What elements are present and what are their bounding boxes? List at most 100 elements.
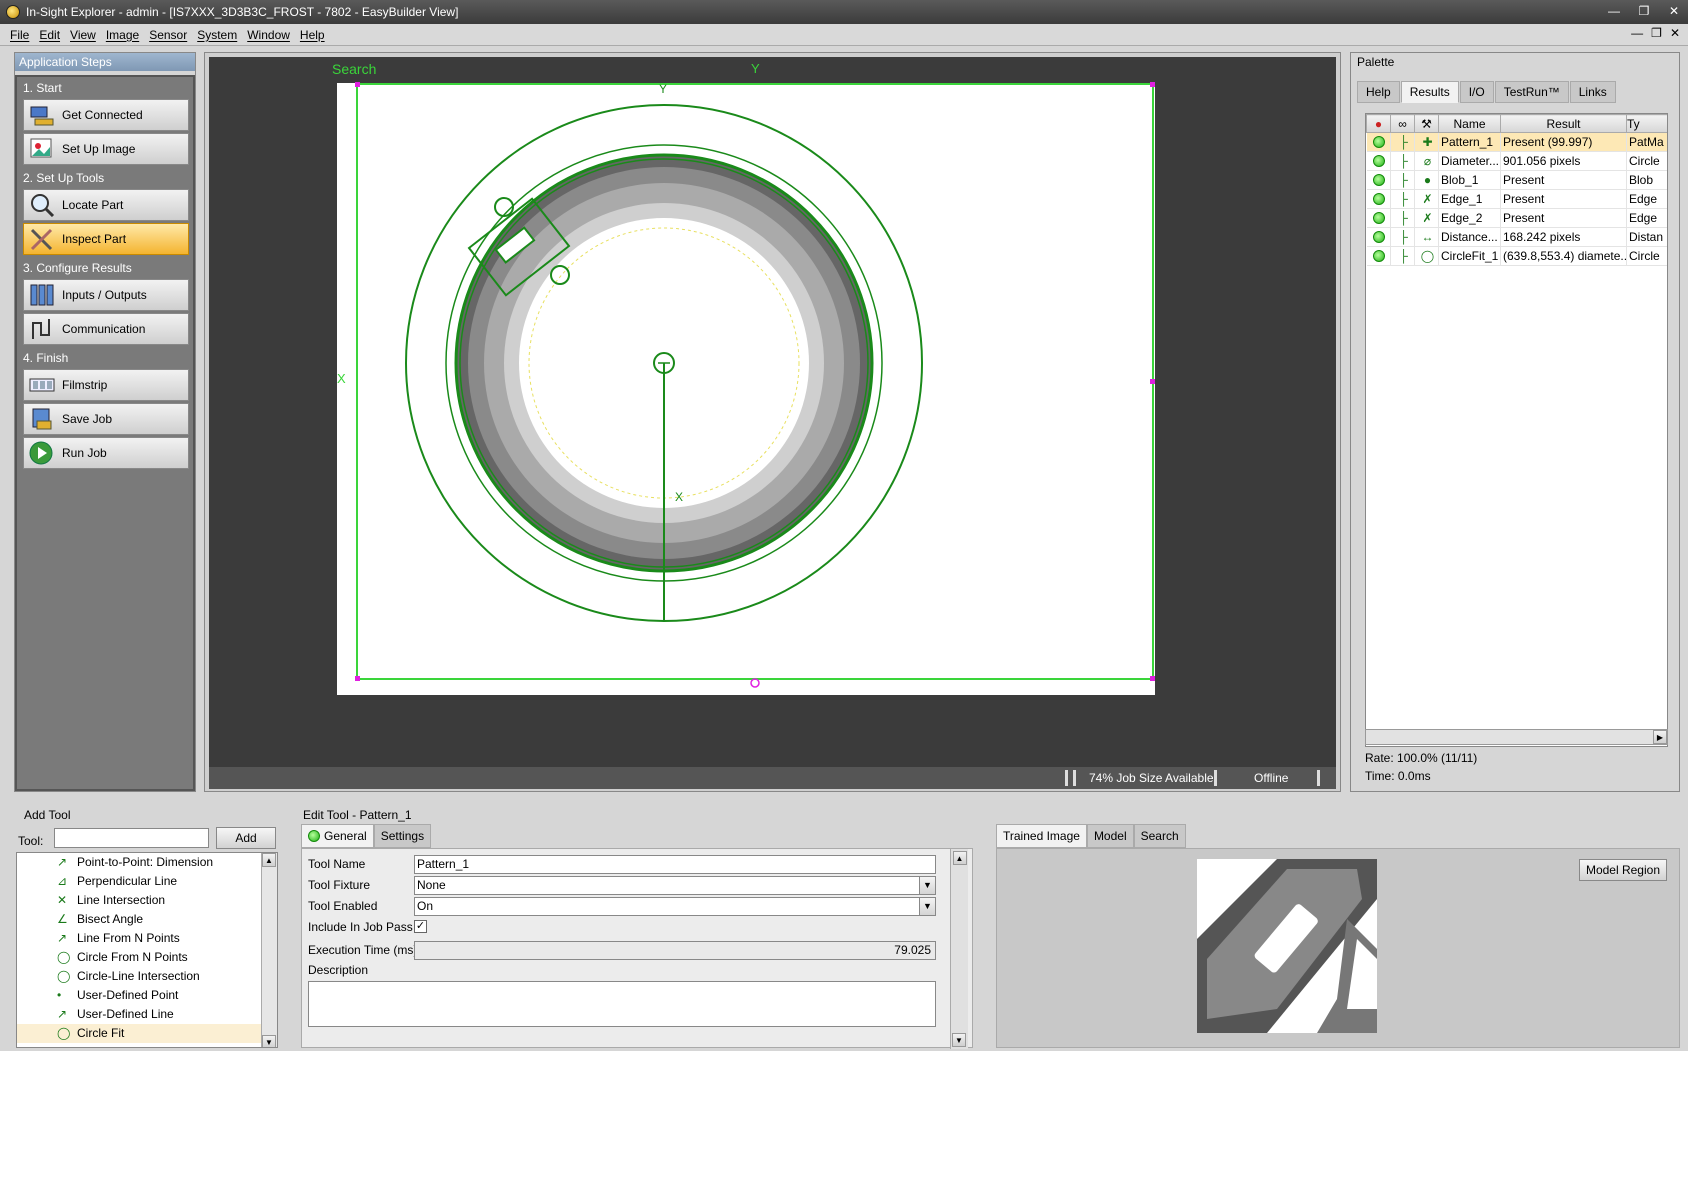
- mdi-minimize-button[interactable]: —: [1631, 26, 1643, 40]
- menu-window[interactable]: Window: [247, 28, 290, 42]
- result-row[interactable]: ├ ✗ Edge_1 Present Edge: [1366, 189, 1667, 209]
- tab-trained-image[interactable]: Trained Image: [996, 824, 1087, 848]
- name-column-header[interactable]: Name: [1438, 114, 1501, 133]
- tool-fixture-select[interactable]: None ▼: [414, 876, 936, 895]
- communication-button[interactable]: Communication: [23, 313, 189, 345]
- link-column-header[interactable]: ∞: [1390, 114, 1415, 133]
- scroll-up-icon[interactable]: ▲: [952, 851, 967, 865]
- result-row[interactable]: ├ ● Blob_1 Present Blob: [1366, 170, 1667, 190]
- menu-view[interactable]: View: [70, 28, 96, 42]
- tab-help[interactable]: Help: [1357, 81, 1400, 103]
- edit-form-scrollbar[interactable]: ▲ ▼: [950, 849, 968, 1049]
- menu-sensor[interactable]: Sensor: [149, 28, 187, 42]
- tool-column-header[interactable]: ⚒: [1414, 114, 1439, 133]
- menu-edit[interactable]: Edit: [39, 28, 60, 42]
- execution-time-field: 79.025: [414, 941, 936, 960]
- chevron-down-icon[interactable]: ▼: [919, 877, 935, 894]
- execution-time-label: Execution Time (ms): [308, 943, 418, 957]
- result-name: Pattern_1: [1438, 132, 1501, 152]
- tool-list-item[interactable]: ∠ Bisect Angle: [17, 910, 277, 929]
- result-type: Edge: [1626, 208, 1667, 228]
- description-textarea[interactable]: [308, 981, 936, 1027]
- get-connected-button[interactable]: Get Connected: [23, 99, 189, 131]
- tool-list-item[interactable]: ◯ Circle Fit: [17, 1024, 277, 1043]
- scroll-down-icon[interactable]: ▼: [262, 1035, 276, 1047]
- tool-name-field[interactable]: Pattern_1: [414, 855, 936, 874]
- mdi-restore-button[interactable]: ❐: [1651, 26, 1662, 40]
- inspect-part-label: Inspect Part: [62, 232, 127, 246]
- result-value: Present: [1500, 189, 1627, 209]
- tool-list-item-label: Line From N Points: [77, 931, 180, 945]
- set-up-image-button[interactable]: Set Up Image: [23, 133, 189, 165]
- minimize-button[interactable]: —: [1606, 3, 1622, 19]
- result-row[interactable]: ├ ⌀ Diameter... 901.056 pixels Circle: [1366, 151, 1667, 171]
- tool-list-item[interactable]: ◯ Circle-Line Intersection: [17, 967, 277, 986]
- magnifier-icon: [28, 192, 56, 218]
- tool-list-item[interactable]: • User-Defined Point: [17, 986, 277, 1005]
- inspect-part-button[interactable]: Inspect Part: [23, 223, 189, 255]
- result-row[interactable]: ├ ✚ Pattern_1 Present (99.997) PatMa: [1366, 132, 1667, 152]
- tab-settings[interactable]: Settings: [373, 824, 432, 848]
- tool-list-item[interactable]: ↗ User-Defined Line: [17, 1005, 277, 1024]
- circlefit-icon: ◯: [1414, 246, 1439, 266]
- tool-search-input[interactable]: [54, 828, 209, 848]
- tab-model[interactable]: Model: [1086, 824, 1134, 848]
- mdi-close-button[interactable]: ✕: [1670, 26, 1680, 40]
- tab-io[interactable]: I/O: [1459, 81, 1494, 103]
- chevron-down-icon[interactable]: ▼: [919, 898, 935, 915]
- result-type: Circle: [1626, 151, 1667, 171]
- tool-list-scrollbar[interactable]: ▲ ▼: [261, 853, 277, 1047]
- menu-system[interactable]: System: [197, 28, 237, 42]
- status-column-header[interactable]: ●: [1366, 114, 1391, 133]
- result-column-header[interactable]: Result: [1500, 114, 1627, 133]
- menu-file[interactable]: File: [10, 28, 29, 42]
- tab-results[interactable]: Results: [1400, 81, 1459, 103]
- edge-icon: ✗: [1414, 208, 1439, 228]
- description-label: Description: [308, 963, 369, 977]
- result-value: (639.8,553.4) diamete...: [1500, 246, 1627, 266]
- tool-list-item[interactable]: ✕ Line Intersection: [17, 891, 277, 910]
- scroll-down-icon[interactable]: ▼: [952, 1033, 966, 1047]
- tool-list-item[interactable]: ◯ Circle From N Points: [17, 948, 277, 967]
- run-job-button[interactable]: Run Job: [23, 437, 189, 469]
- filmstrip-button[interactable]: Filmstrip: [23, 369, 189, 401]
- link-tree-cell: ├: [1390, 208, 1415, 228]
- image-canvas[interactable]: Search Y X Y X: [209, 57, 1336, 767]
- pattern-icon: ✚: [1414, 132, 1439, 152]
- result-name: Edge_2: [1438, 208, 1501, 228]
- include-in-job-pass-label: Include In Job Pass: [308, 920, 413, 934]
- save-job-button[interactable]: Save Job: [23, 403, 189, 435]
- tab-links[interactable]: Links: [1569, 81, 1616, 103]
- communication-label: Communication: [62, 322, 146, 336]
- result-type: Blob: [1626, 170, 1667, 190]
- results-horizontal-scrollbar[interactable]: ▶: [1365, 729, 1668, 745]
- tool-list-item[interactable]: ↗ Point-to-Point: Dimension: [17, 853, 277, 872]
- add-button[interactable]: Add: [216, 827, 276, 849]
- result-row[interactable]: ├ ↔ Distance... 168.242 pixels Distan: [1366, 227, 1667, 247]
- locate-part-button[interactable]: Locate Part: [23, 189, 189, 221]
- result-row[interactable]: ├ ◯ CircleFit_1 (639.8,553.4) diamete... Cir…: [1366, 246, 1667, 266]
- model-region-button[interactable]: Model Region: [1578, 859, 1667, 881]
- close-button[interactable]: ✕: [1666, 3, 1682, 19]
- tool-enabled-select[interactable]: On ▼: [414, 897, 936, 916]
- set-up-image-label: Set Up Image: [62, 142, 136, 156]
- include-in-job-pass-checkbox[interactable]: ✓: [414, 920, 427, 933]
- application-steps-header: Application Steps: [15, 53, 195, 71]
- restore-button[interactable]: ❐: [1636, 3, 1652, 19]
- menu-help[interactable]: Help: [300, 28, 325, 42]
- scroll-up-icon[interactable]: ▲: [262, 853, 276, 867]
- tool-list-item[interactable]: ⊿ Perpendicular Line: [17, 872, 277, 891]
- tool-list-item[interactable]: ↗ Line From N Points: [17, 929, 277, 948]
- inputs-outputs-button[interactable]: Inputs / Outputs: [23, 279, 189, 311]
- tab-search[interactable]: Search: [1133, 824, 1186, 848]
- result-row[interactable]: ├ ✗ Edge_2 Present Edge: [1366, 208, 1667, 228]
- inspection-image: Search Y X Y X: [332, 61, 1155, 695]
- type-column-header[interactable]: Ty: [1626, 114, 1667, 133]
- pass-status-icon: [1366, 170, 1391, 190]
- menu-image[interactable]: Image: [106, 28, 139, 42]
- scroll-right-icon[interactable]: ▶: [1653, 730, 1667, 744]
- link-icon: ∞: [1398, 116, 1407, 131]
- tab-general[interactable]: General: [301, 824, 374, 848]
- pass-status-icon: [1366, 227, 1391, 247]
- tab-testrun[interactable]: TestRun™: [1494, 81, 1569, 103]
